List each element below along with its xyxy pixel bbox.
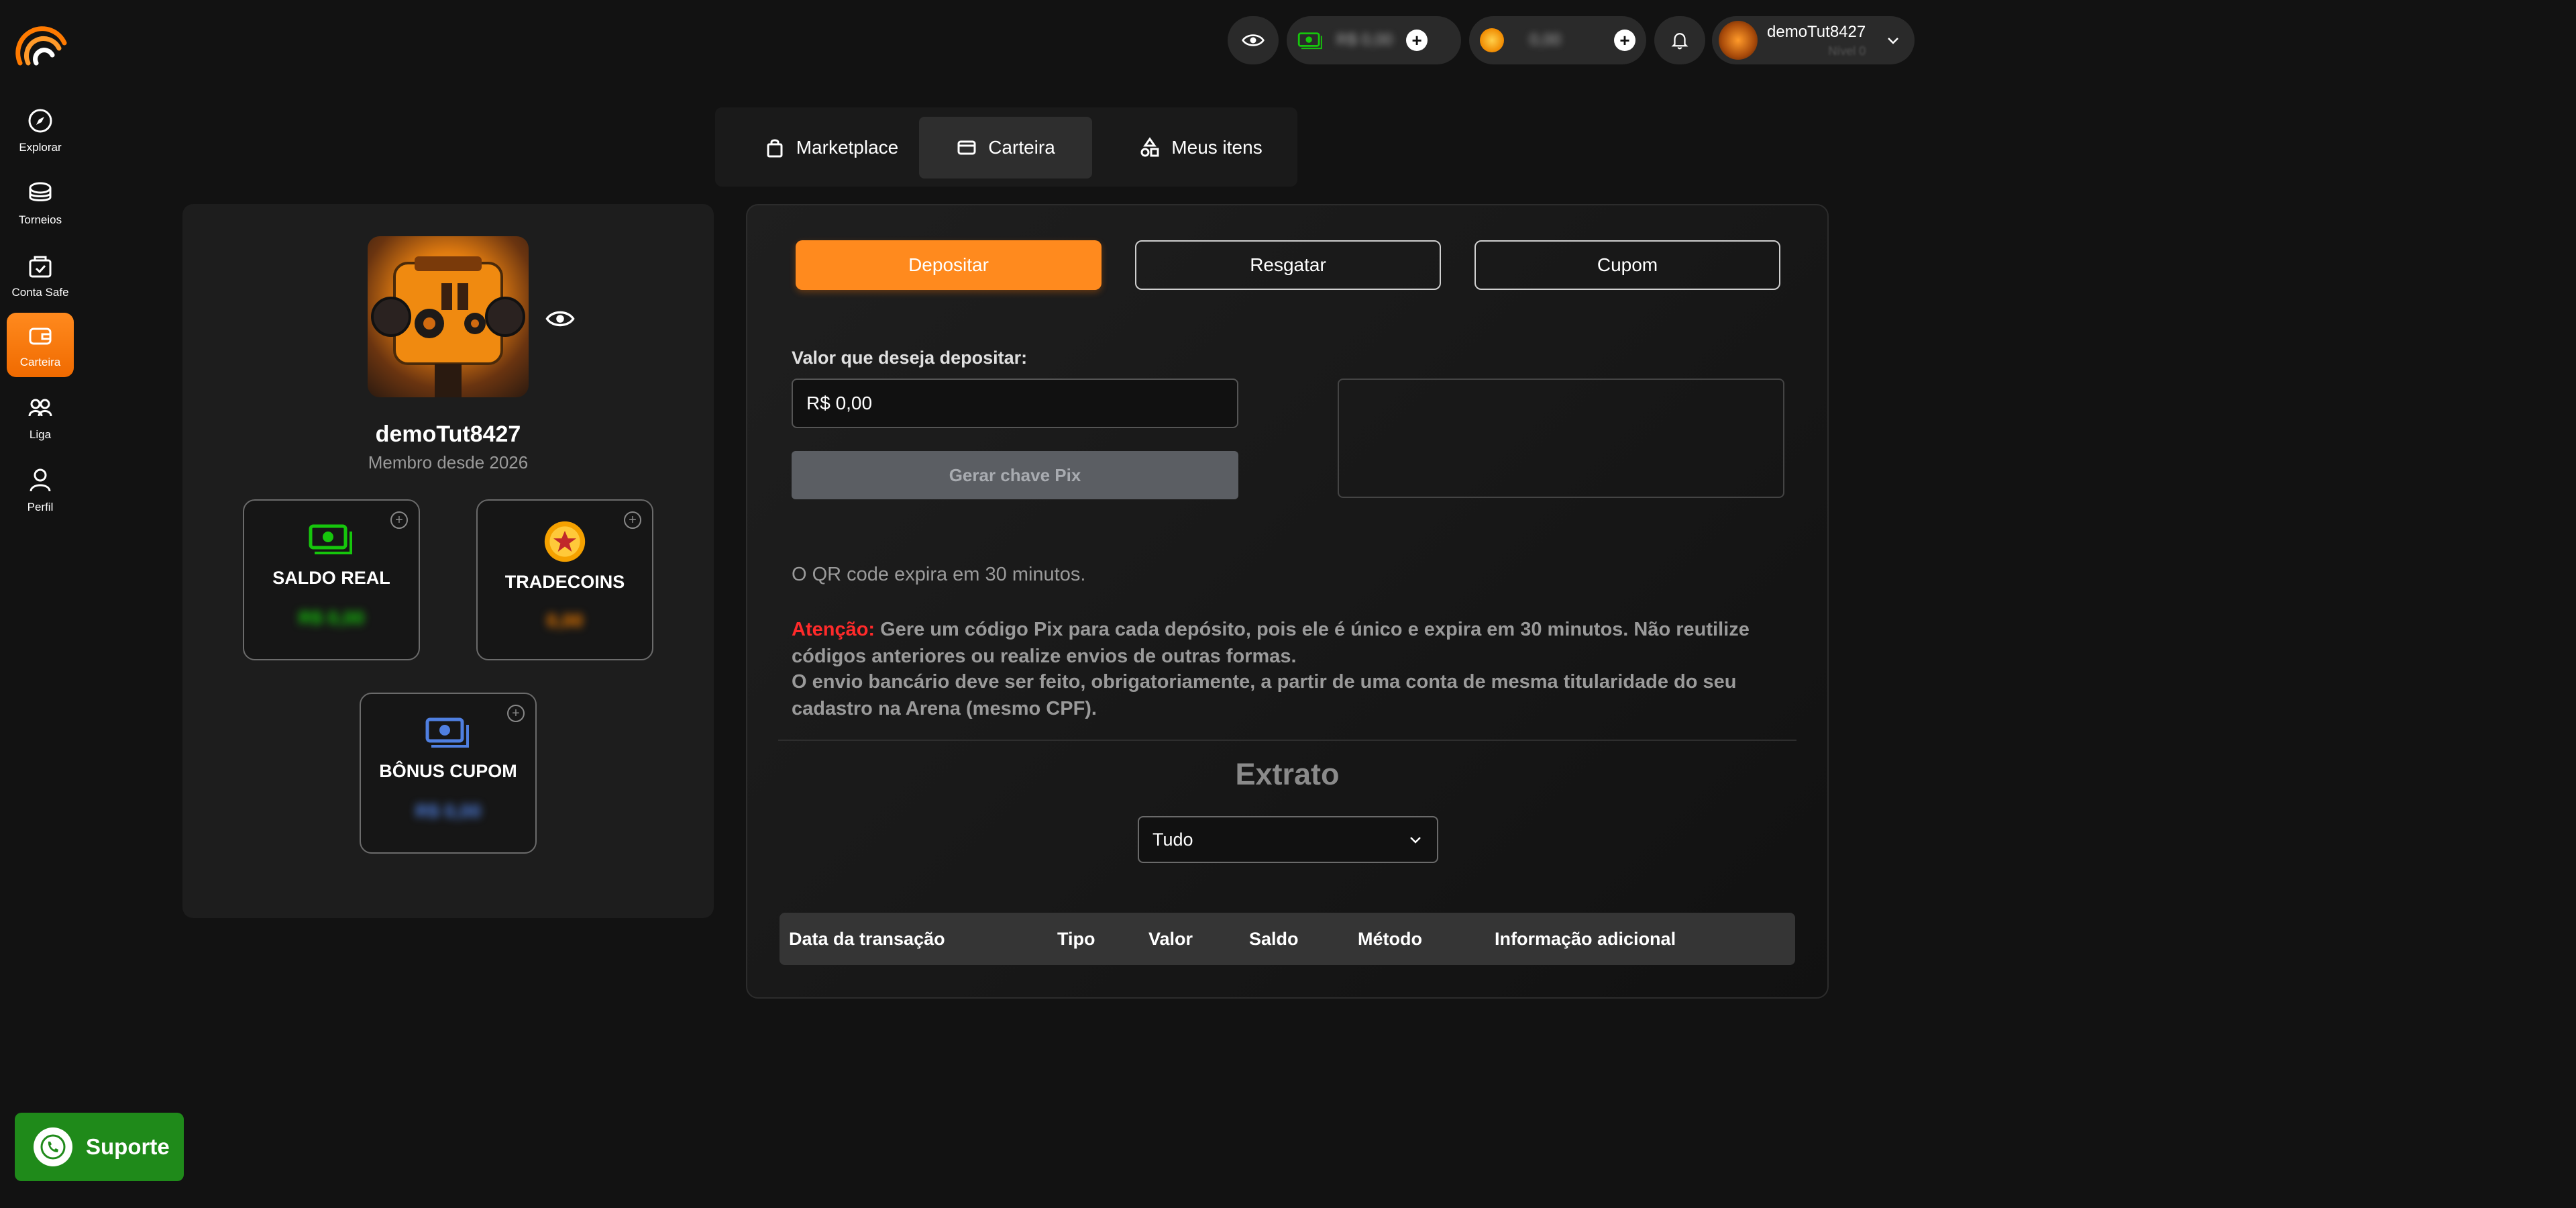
card-title: SALDO REAL	[272, 568, 390, 588]
coin-icon	[544, 521, 586, 562]
qr-expiry-text: O QR code expira em 30 minutos.	[792, 564, 1086, 585]
user-name: demoTut8427	[1767, 22, 1866, 41]
tab-label: Meus itens	[1171, 137, 1263, 158]
support-label: Suporte	[86, 1134, 170, 1159]
deposit-amount-label: Valor que deseja depositar:	[792, 348, 1028, 368]
shapes-icon	[1140, 137, 1159, 157]
tab-carteira[interactable]: Carteira	[919, 117, 1092, 179]
statement-filter-select[interactable]: Tudo	[1138, 816, 1438, 863]
wallet-panel	[746, 204, 1829, 999]
column-header: Método	[1358, 929, 1422, 949]
add-icon[interactable]: +	[507, 705, 525, 722]
toggle-balance-visibility[interactable]	[545, 303, 576, 338]
bag-icon	[767, 139, 783, 158]
sidebar-item-label: Liga	[29, 428, 52, 441]
bonus-cupom-card[interactable]: + BÔNUS CUPOM R$ 0,00	[360, 693, 537, 854]
sidebar-item-explorar[interactable]: Explorar	[7, 98, 74, 162]
tab-marketplace[interactable]: Marketplace	[741, 117, 922, 179]
phone-icon	[34, 1127, 72, 1166]
chevron-down-icon	[1410, 837, 1421, 844]
user-icon	[30, 468, 51, 492]
tab-label: Carteira	[988, 137, 1055, 158]
bell-icon	[1671, 33, 1688, 50]
card-title: TRADECOINS	[504, 572, 625, 592]
trophy-icon	[29, 182, 52, 201]
money-icon	[425, 717, 469, 748]
deposit-warning-2: O envio bancário deve ser feito, obrigat…	[792, 671, 1737, 719]
add-balance-button[interactable]: +	[1406, 30, 1428, 51]
saldo-real-card[interactable]: + SALDO REAL R$ 0,00	[243, 499, 420, 660]
money-icon	[309, 524, 352, 554]
add-icon[interactable]: +	[390, 511, 408, 529]
column-header: Data da transação	[789, 929, 945, 949]
add-coins-button[interactable]: +	[1614, 30, 1635, 51]
sidebar-item-label: Explorar	[19, 141, 62, 154]
tradecoins-card[interactable]: + TRADECOINS 0,00	[476, 499, 653, 660]
deposit-button[interactable]: Depositar	[796, 240, 1102, 290]
column-header: Saldo	[1249, 929, 1299, 949]
sidebar-item-liga[interactable]: Liga	[7, 385, 74, 450]
card-value: 0,00	[546, 610, 584, 631]
card-icon	[957, 140, 976, 155]
tab-meus-itens[interactable]: Meus itens	[1114, 117, 1288, 179]
user-avatar	[1719, 21, 1758, 60]
qr-code-area	[1338, 379, 1784, 498]
profile-avatar	[368, 236, 529, 397]
sidebar-item-label: Torneios	[18, 213, 62, 226]
support-button[interactable]: Suporte	[15, 1113, 184, 1181]
tab-label: Marketplace	[796, 137, 899, 158]
safe-icon	[29, 256, 52, 278]
money-icon	[1297, 32, 1322, 50]
eye-icon	[545, 311, 575, 327]
sidebar-item-label: Perfil	[27, 501, 54, 513]
profile-username: demoTut8427	[375, 421, 521, 447]
toggle-visibility-button[interactable]	[1228, 16, 1279, 64]
user-level: Nível 0	[1828, 44, 1866, 58]
column-header: Informação adicional	[1495, 929, 1676, 949]
deposit-amount-input[interactable]: R$ 0,00	[792, 379, 1238, 428]
select-value: Tudo	[1152, 829, 1193, 850]
statement-title: Extrato	[1235, 757, 1340, 791]
column-header: Valor	[1148, 929, 1193, 949]
sidebar-item-conta-safe[interactable]: Conta Safe	[7, 243, 74, 307]
column-header: Tipo	[1057, 929, 1095, 949]
sidebar-item-perfil[interactable]: Perfil	[7, 458, 74, 522]
sidebar-item-label: Carteira	[19, 356, 61, 368]
eye-icon	[1242, 34, 1265, 46]
warning-text: Gere um código Pix para cada depósito, p…	[792, 619, 1750, 667]
coin-balance-pill: 0,00 +	[1469, 16, 1646, 64]
card-title: BÔNUS CUPOM	[379, 761, 517, 781]
deposit-warning: Atenção: Gere um código Pix para cada de…	[792, 616, 1778, 670]
sidebar-item-torneios[interactable]: Torneios	[7, 170, 74, 235]
coin-icon	[1480, 28, 1504, 52]
user-menu[interactable]: demoTut8427 Nível 0	[1712, 16, 1915, 64]
real-balance-value: R$ 0,00	[1336, 31, 1393, 49]
sidebar-item-label: Conta Safe	[11, 286, 69, 299]
compass-icon	[28, 109, 52, 133]
arena-logo[interactable]	[13, 16, 70, 66]
real-balance-pill: R$ 0,00 +	[1287, 16, 1461, 64]
coin-balance-value: 0,00	[1529, 31, 1561, 49]
notifications-button[interactable]	[1654, 16, 1705, 64]
divider	[778, 740, 1796, 741]
card-value: R$ 0,00	[415, 801, 482, 821]
sidebar-item-carteira[interactable]: Carteira	[7, 313, 74, 377]
chevron-down-icon	[1888, 38, 1898, 44]
coupon-button[interactable]: Cupom	[1474, 240, 1780, 290]
add-icon[interactable]: +	[624, 511, 641, 529]
group-icon	[28, 399, 52, 417]
withdraw-button[interactable]: Resgatar	[1135, 240, 1441, 290]
warning-label: Atenção:	[792, 619, 875, 640]
generate-pix-button[interactable]: Gerar chave Pix	[792, 451, 1238, 499]
card-value: R$ 0,00	[298, 607, 365, 628]
member-since: Membro desde 2026	[368, 452, 529, 472]
wallet-icon	[29, 328, 52, 345]
